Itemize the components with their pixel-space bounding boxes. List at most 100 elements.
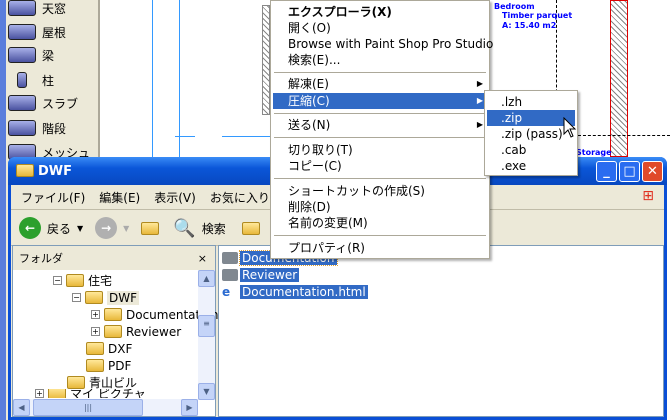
palette-label: 梁: [42, 48, 55, 63]
submenu-item-zip[interactable]: .zip: [487, 110, 575, 126]
palette-item-beam[interactable]: 梁: [8, 44, 54, 66]
room-label: Bedroom: [494, 2, 535, 11]
wall: [610, 0, 628, 157]
tree-item-dwf[interactable]: − DWF: [72, 289, 140, 306]
menu-item-rename[interactable]: 名前の変更(M): [273, 215, 487, 231]
menu-label: 圧縮(C): [288, 94, 330, 108]
menu-item-compress[interactable]: 圧縮(C) ▶: [273, 93, 487, 109]
menu-separator: [274, 235, 486, 236]
folder-icon: [67, 376, 85, 389]
file-name: Documentation.html: [240, 284, 368, 299]
horizontal-scrollbar[interactable]: ◀ ||| ▶: [13, 399, 198, 416]
room-floor-label: Timber parquet: [502, 11, 573, 20]
palette-item-roof[interactable]: 屋根: [8, 21, 66, 43]
submenu-item-exe[interactable]: .exe: [487, 158, 575, 174]
file-list-pane: Documentation Reviewer eDocumentation.ht…: [218, 245, 664, 417]
tree-item-pdf[interactable]: PDF: [86, 357, 131, 374]
html-file-icon: e: [222, 284, 231, 299]
tree-item-my-pictures[interactable]: + マイ ピクチャ: [35, 389, 146, 398]
palette-item-slab[interactable]: スラブ: [8, 92, 78, 114]
forward-icon[interactable]: →: [95, 217, 118, 239]
folder-icon: [66, 274, 84, 287]
folders-icon[interactable]: [241, 221, 260, 235]
menu-item-create-shortcut[interactable]: ショートカットの作成(S): [273, 183, 487, 199]
menu-item-browse-psp[interactable]: Browse with Paint Shop Pro Studio: [273, 36, 493, 52]
menu-item-extract[interactable]: 解凍(E) ▶: [273, 76, 487, 92]
tree-label: Reviewer: [126, 324, 182, 339]
back-icon[interactable]: ←: [19, 217, 41, 239]
palette-label: スラブ: [42, 96, 79, 111]
back-button[interactable]: 戻る: [47, 220, 71, 237]
file-item-documentation-html[interactable]: e Documentation.html: [222, 283, 368, 300]
scroll-up-button[interactable]: ▲: [198, 270, 215, 287]
folder-pane-close-button[interactable]: ×: [198, 252, 207, 265]
tree-label: DWF: [107, 290, 140, 305]
expand-icon[interactable]: +: [91, 310, 100, 319]
menu-item-search[interactable]: 検索(E)...: [273, 52, 487, 68]
close-button[interactable]: ✕: [642, 161, 663, 182]
room-area-label: A: 15.40 m2: [502, 21, 557, 30]
submenu-item-lzh[interactable]: .lzh: [487, 94, 575, 110]
grid-line: [175, 136, 195, 137]
search-button[interactable]: 検索: [202, 220, 226, 237]
collapse-icon[interactable]: −: [53, 276, 62, 285]
scroll-thumb[interactable]: ≡: [198, 315, 215, 337]
minimize-button[interactable]: _: [596, 161, 617, 182]
menu-item-cut[interactable]: 切り取り(T): [273, 142, 487, 158]
up-folder-icon[interactable]: [141, 221, 160, 235]
folder-icon: [16, 164, 34, 177]
folder-icon: [222, 251, 238, 264]
menu-item-explore[interactable]: エクスプローラ(X): [273, 4, 487, 20]
slab-icon: [8, 95, 36, 111]
menu-separator: [274, 72, 486, 73]
menu-item-send-to[interactable]: 送る(N) ▶: [273, 117, 487, 133]
wall: [262, 5, 270, 115]
tree-label: 住宅: [88, 274, 113, 288]
file-item-reviewer[interactable]: Reviewer: [222, 266, 300, 283]
expand-icon[interactable]: +: [35, 389, 44, 398]
menu-label: 送る(N): [288, 118, 331, 132]
forward-dropdown-icon[interactable]: ▼: [123, 224, 129, 233]
palette-label: 天窓: [42, 1, 67, 16]
menu-edit[interactable]: 編集(E): [99, 189, 140, 206]
tree-item-jutaku[interactable]: − 住宅: [53, 272, 112, 289]
folder-icon: [222, 268, 238, 281]
vertical-scrollbar[interactable]: ▲ ≡ ▼: [198, 270, 215, 400]
submenu-arrow-icon: ▶: [476, 96, 483, 105]
back-dropdown-icon[interactable]: ▼: [77, 224, 83, 233]
scroll-right-button[interactable]: ▶: [181, 399, 198, 416]
tree-label: DXF: [108, 341, 133, 356]
windows-logo-icon: ⊞: [642, 188, 654, 204]
scroll-thumb[interactable]: |||: [33, 399, 143, 416]
folder-pane-title: フォルダ: [19, 252, 63, 265]
menu-item-copy[interactable]: コピー(C): [273, 158, 487, 174]
submenu-item-cab[interactable]: .cab: [487, 142, 575, 158]
collapse-icon[interactable]: −: [72, 293, 81, 302]
menu-item-open[interactable]: 開く(O): [273, 20, 487, 36]
beam-icon: [8, 47, 36, 63]
menu-separator: [274, 178, 486, 179]
expand-icon[interactable]: +: [91, 327, 100, 336]
tree-item-reviewer[interactable]: + Reviewer: [91, 323, 181, 340]
mouse-cursor-icon: [563, 117, 577, 138]
menu-view[interactable]: 表示(V): [154, 189, 196, 206]
column-icon: [17, 72, 27, 88]
dashed-line: [578, 135, 670, 136]
palette-item-stairs[interactable]: 階段: [8, 117, 66, 139]
search-icon[interactable]: 🔍: [173, 218, 195, 239]
submenu-item-zip-pass[interactable]: .zip (pass): [487, 126, 575, 142]
palette-edge: [0, 0, 6, 420]
menu-item-delete[interactable]: 削除(D): [273, 199, 487, 215]
palette-item-column[interactable]: 柱: [8, 69, 54, 91]
palette-item-skylight[interactable]: 天窓: [8, 0, 66, 19]
menu-separator: [274, 137, 486, 138]
scroll-down-button[interactable]: ▼: [198, 383, 215, 400]
grid-line: [152, 0, 153, 160]
menu-item-properties[interactable]: プロパティ(R): [273, 240, 487, 256]
window-title: DWF: [38, 163, 73, 179]
menu-file[interactable]: ファイル(F): [21, 189, 85, 206]
scroll-left-button[interactable]: ◀: [13, 399, 30, 416]
file-name: Reviewer: [240, 267, 300, 282]
tree-item-dxf[interactable]: DXF: [86, 340, 132, 357]
maximize-button[interactable]: □: [619, 161, 640, 182]
